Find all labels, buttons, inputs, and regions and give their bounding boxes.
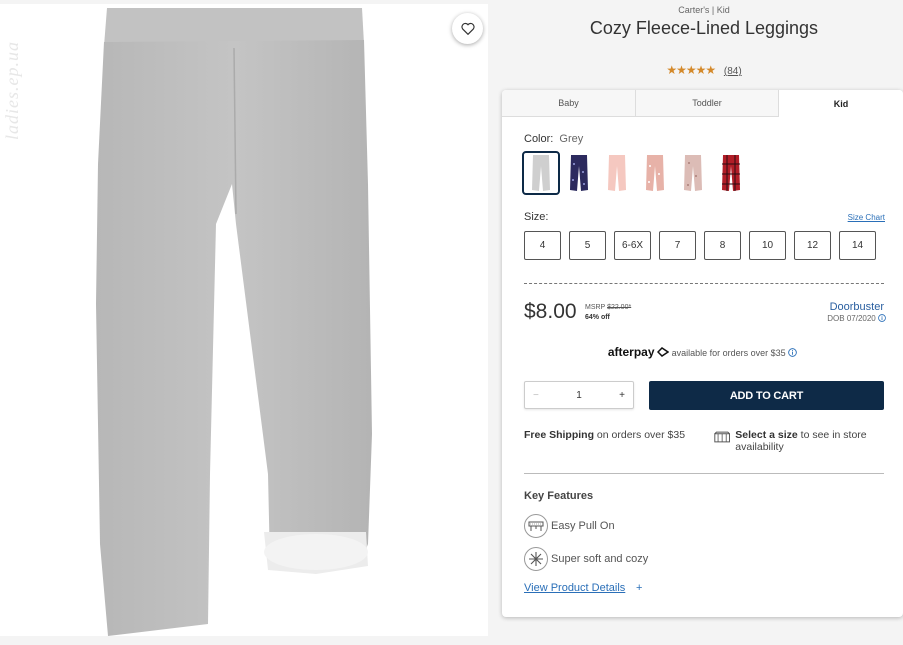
select-size-bold: Select a size: [735, 429, 798, 441]
product-title: Cozy Fleece-Lined Leggings: [589, 18, 819, 38]
size-option-12[interactable]: 12: [794, 231, 831, 260]
color-label-text: Color:: [524, 133, 554, 145]
tab-kid[interactable]: Kid: [779, 90, 903, 117]
quantity-decrease-button[interactable]: −: [525, 390, 547, 401]
quantity-increase-button[interactable]: +: [611, 390, 633, 401]
key-features-title: Key Features: [524, 490, 594, 502]
dashed-divider: [524, 283, 884, 284]
free-shipping-rest: on orders over $35: [594, 429, 686, 441]
msrp-value: $22.00*: [607, 304, 632, 311]
feature-easy-pull-on: Easy Pull On: [524, 514, 615, 538]
color-label: Color: Grey: [524, 133, 583, 145]
navy-print-leggings-thumb: [570, 155, 588, 191]
product-page: ladies.ep.ua Carter's | Kid Cozy Fleece-…: [0, 0, 903, 645]
swatch-grey[interactable]: [522, 151, 560, 195]
free-shipping-bold: Free Shipping: [524, 429, 595, 441]
feature-label: Super soft and cozy: [551, 553, 649, 565]
sale-price: $8.00: [524, 300, 577, 323]
snowflake-icon: [524, 547, 548, 571]
store-text: Select a size to see in store availabili…: [735, 429, 884, 453]
light-pink-leggings-thumb: [608, 155, 626, 191]
info-icon[interactable]: [878, 314, 886, 322]
store-availability: Select a size to see in store availabili…: [714, 429, 884, 453]
add-to-cart-button[interactable]: ADD TO CART: [649, 381, 884, 410]
pink-print-leggings-thumb: [646, 155, 664, 191]
discount-text: 64% off: [585, 314, 610, 321]
color-value: Grey: [559, 133, 584, 145]
review-count-link[interactable]: (84): [724, 66, 742, 77]
color-swatches: [522, 151, 750, 195]
grey-leggings-thumb: [532, 155, 550, 191]
swatch-blush-print[interactable]: [674, 151, 712, 195]
rating-stars: ★★★★★: [666, 63, 716, 77]
size-option-14[interactable]: 14: [839, 231, 876, 260]
size-option-10[interactable]: 10: [749, 231, 786, 260]
swatch-light-pink[interactable]: [598, 151, 636, 195]
doorbuster-link[interactable]: Doorbuster: [830, 301, 884, 313]
blush-print-leggings-thumb: [684, 155, 702, 191]
red-plaid-leggings-thumb: [722, 155, 740, 191]
watermark-text: ladies.ep.ua: [2, 41, 22, 140]
quantity-stepper: − 1 +: [524, 381, 634, 409]
store-icon: [714, 431, 730, 443]
free-shipping-note: Free Shipping on orders over $35: [524, 429, 685, 441]
dob-note: DOB 07/2020: [827, 314, 886, 323]
afterpay-row: afterpay available for orders over $35: [502, 345, 903, 359]
purchase-card: Baby Toddler Kid Color: Grey Size: Size …: [502, 90, 903, 617]
size-options: 4 5 6-6X 7 8 10 12 14: [524, 231, 884, 260]
size-option-7[interactable]: 7: [659, 231, 696, 260]
heart-icon: [460, 22, 475, 35]
expand-plus-icon[interactable]: +: [636, 582, 642, 594]
divider: [524, 473, 884, 474]
view-product-details-link[interactable]: View Product Details: [524, 582, 625, 594]
msrp-block: MSRP $22.00* 64% off: [585, 303, 631, 323]
size-option-4[interactable]: 4: [524, 231, 561, 260]
dob-text: DOB 07/2020: [827, 314, 876, 323]
size-option-8[interactable]: 8: [704, 231, 741, 260]
age-tabs: Baby Toddler Kid: [502, 90, 903, 117]
size-option-5[interactable]: 5: [569, 231, 606, 260]
feature-super-soft: Super soft and cozy: [524, 547, 648, 571]
quantity-value[interactable]: 1: [568, 390, 590, 401]
rating: ★★★★★ (84): [504, 63, 903, 77]
swatch-red-plaid[interactable]: [712, 151, 750, 195]
tab-baby[interactable]: Baby: [502, 90, 636, 117]
swatch-pink-print[interactable]: [636, 151, 674, 195]
afterpay-text: available for orders over $35: [671, 348, 786, 358]
favorite-button[interactable]: [452, 13, 483, 44]
msrp-label: MSRP: [585, 304, 606, 311]
afterpay-arrows-icon: [656, 347, 670, 357]
size-chart-link[interactable]: Size Chart: [848, 213, 885, 222]
product-image: [96, 8, 372, 636]
product-image-pane: ladies.ep.ua: [0, 4, 488, 636]
waistband-icon: [524, 514, 548, 538]
size-label: Size:: [524, 211, 549, 223]
brand-line: Carter's | Kid: [678, 5, 730, 15]
afterpay-info-icon[interactable]: [788, 348, 797, 357]
afterpay-logo: afterpay: [607, 345, 655, 359]
swatch-navy-print[interactable]: [560, 151, 598, 195]
feature-label: Easy Pull On: [551, 520, 615, 532]
size-option-6-6x[interactable]: 6-6X: [614, 231, 651, 260]
tab-toddler[interactable]: Toddler: [636, 90, 779, 117]
